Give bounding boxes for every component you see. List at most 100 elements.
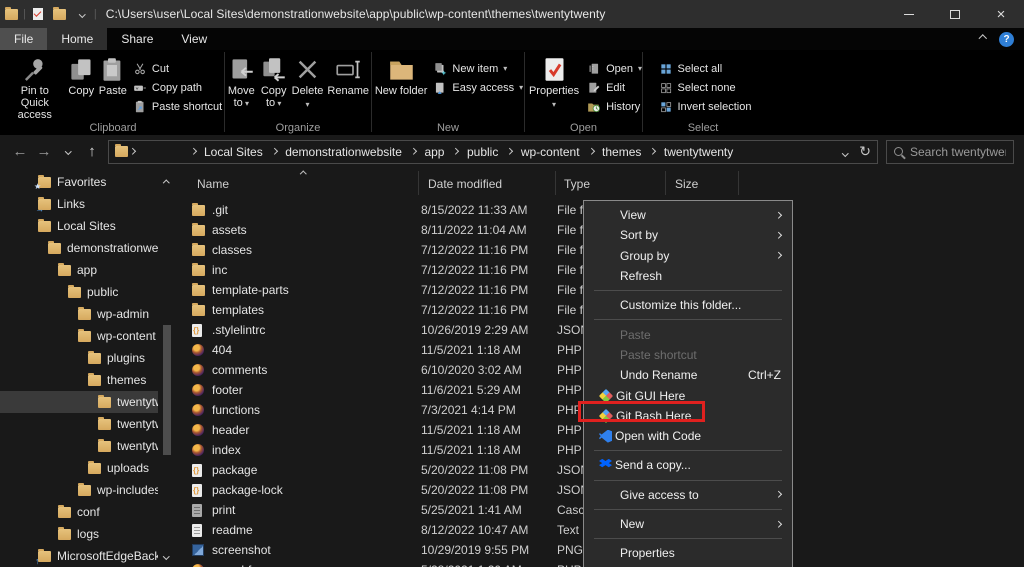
tab-file[interactable]: File <box>0 28 47 50</box>
tree-item-conf[interactable]: conf <box>0 501 158 523</box>
move-to-button[interactable]: Move to ▾ <box>225 53 258 113</box>
menu-item-properties[interactable]: Properties <box>584 543 792 563</box>
recent-locations-dropdown-icon[interactable] <box>56 140 80 164</box>
new-item-button[interactable]: New item▾ <box>433 61 523 76</box>
properties-quick-access-icon[interactable] <box>27 0 49 28</box>
sidebar-scrollbar[interactable] <box>160 168 174 567</box>
search-input[interactable] <box>910 145 1006 159</box>
file-date-modified: 5/20/2022 11:08 PM <box>421 483 557 497</box>
cut-button[interactable]: Cut <box>133 61 222 76</box>
collapse-ribbon-icon[interactable] <box>978 35 986 43</box>
address-bar[interactable]: Local Sites demonstrationwebsite app public… <box>108 140 878 164</box>
paste-shortcut-button[interactable]: Paste shortcut <box>133 99 222 114</box>
menu-item-give-access-to[interactable]: Give access to <box>584 485 792 505</box>
new-folder-quick-access-icon[interactable] <box>49 0 71 28</box>
invert-selection-button[interactable]: Invert selection <box>659 99 752 114</box>
tree-item-wp-includes[interactable]: wp-includes <box>0 479 158 501</box>
tree-item-local-sites[interactable]: Local Sites <box>0 215 158 237</box>
close-button[interactable]: × <box>978 0 1024 28</box>
column-separator[interactable] <box>555 171 556 195</box>
back-icon[interactable]: ← <box>8 140 32 164</box>
tree-item-public[interactable]: public <box>0 281 158 303</box>
rename-button[interactable]: Rename <box>325 53 371 100</box>
tree-item-wp-content[interactable]: wp-content <box>0 325 158 347</box>
breadcrumb-demonstrationwebsite[interactable]: demonstrationwebsite <box>278 145 409 159</box>
address-dropdown-icon[interactable] <box>843 143 848 161</box>
tree-item-twentytwenty[interactable]: twentytwenty <box>0 435 158 457</box>
select-all-button[interactable]: Select all <box>659 61 752 76</box>
tab-view[interactable]: View <box>167 28 221 50</box>
menu-item-group-by[interactable]: Group by <box>584 246 792 266</box>
breadcrumb-wp-content[interactable]: wp-content <box>514 145 587 159</box>
refresh-icon[interactable]: ↻ <box>859 143 871 160</box>
ribbon-tab-row: FileHomeShareView ? <box>0 28 1024 50</box>
ribbon-small-buttons: Cut Copy path Paste shortcut <box>133 53 222 114</box>
breadcrumb-themes[interactable]: themes <box>595 145 648 159</box>
tree-item-microsoftedgebackups[interactable]: MicrosoftEdgeBackups <box>0 545 158 567</box>
menu-item-send-a-copy[interactable]: Send a copy... <box>584 455 792 475</box>
paste-button[interactable]: Paste <box>97 53 129 100</box>
menu-item-undo-rename[interactable]: Undo RenameCtrl+Z <box>584 365 792 385</box>
easy-access-button[interactable]: Easy access▾ <box>433 80 523 95</box>
tab-share[interactable]: Share <box>107 28 167 50</box>
search-box[interactable] <box>886 140 1014 164</box>
open-button[interactable]: Open▾ <box>587 61 642 76</box>
scroll-down-icon[interactable] <box>164 545 169 563</box>
up-icon[interactable]: ↑ <box>80 140 104 164</box>
customize-quick-access-dropdown-icon[interactable] <box>71 0 93 28</box>
menu-item-view[interactable]: View <box>584 205 792 225</box>
column-header-size[interactable]: Size <box>675 177 698 191</box>
maximize-button[interactable] <box>932 0 978 28</box>
new-folder-button[interactable]: New folder <box>373 53 430 100</box>
scrollbar-thumb[interactable] <box>163 325 171 455</box>
file-name: header <box>212 423 421 437</box>
forward-icon[interactable]: → <box>32 140 56 164</box>
tree-item-logs[interactable]: logs <box>0 523 158 545</box>
edit-button[interactable]: Edit <box>587 80 642 95</box>
copy-path-button[interactable]: Copy path <box>133 80 222 95</box>
select-none-button[interactable]: Select none <box>659 80 752 95</box>
scroll-up-icon[interactable] <box>164 172 169 190</box>
history-button[interactable]: History <box>587 99 642 114</box>
breadcrumb-app[interactable]: app <box>417 145 451 159</box>
tab-home[interactable]: Home <box>47 28 107 50</box>
menu-separator <box>594 538 782 539</box>
pin-to-quick-access-button[interactable]: Pin to Quick access <box>4 53 66 124</box>
tree-item-twentytwenty[interactable]: twentytwenty <box>0 413 158 435</box>
tree-item-twentytwenty[interactable]: twentytwenty <box>0 391 158 413</box>
file-date-modified: 7/12/2022 11:16 PM <box>421 303 557 317</box>
tree-item-favorites[interactable]: Favorites <box>0 171 158 193</box>
menu-item-new[interactable]: New <box>584 514 792 534</box>
help-icon[interactable]: ? <box>999 32 1014 47</box>
menu-item-open-with-code[interactable]: Open with Code <box>584 426 792 446</box>
minimize-button[interactable] <box>886 0 932 28</box>
copy-button[interactable]: Copy <box>66 53 97 100</box>
menu-item-customize-this-folder[interactable]: Customize this folder... <box>584 295 792 315</box>
tree-item-wp-admin[interactable]: wp-admin <box>0 303 158 325</box>
menu-item-sort-by[interactable]: Sort by <box>584 225 792 245</box>
breadcrumb-local-sites[interactable]: Local Sites <box>197 145 270 159</box>
copy-to-icon <box>260 56 287 83</box>
column-header-name[interactable]: Name <box>197 177 229 191</box>
copy-to-button[interactable]: Copy to ▾ <box>258 53 290 113</box>
breadcrumb-public[interactable]: public <box>460 145 505 159</box>
column-header-type[interactable]: Type <box>564 177 590 191</box>
tree-item-demonstrationwebsite[interactable]: demonstrationwebsite <box>0 237 158 259</box>
delete-button[interactable]: Delete ▾ <box>290 53 326 114</box>
move-to-label: Move to ▾ <box>227 85 256 110</box>
breadcrumb-twentytwenty[interactable]: twentytwenty <box>657 145 740 159</box>
tree-item-app[interactable]: app <box>0 259 158 281</box>
tree-item-links[interactable]: Links <box>0 193 158 215</box>
column-separator[interactable] <box>418 171 419 195</box>
menu-item-refresh[interactable]: Refresh <box>584 266 792 286</box>
properties-button[interactable]: Properties ▾ <box>525 53 583 114</box>
column-separator[interactable] <box>738 171 739 195</box>
column-header-date-modified[interactable]: Date modified <box>428 177 502 191</box>
select-none-icon <box>659 81 673 95</box>
folder-link-icon <box>38 199 51 210</box>
column-separator[interactable] <box>665 171 666 195</box>
tree-item-plugins[interactable]: plugins <box>0 347 158 369</box>
tree-item-uploads[interactable]: uploads <box>0 457 158 479</box>
tree-item-themes[interactable]: themes <box>0 369 158 391</box>
paste-shortcut-label: Paste shortcut <box>152 101 222 113</box>
